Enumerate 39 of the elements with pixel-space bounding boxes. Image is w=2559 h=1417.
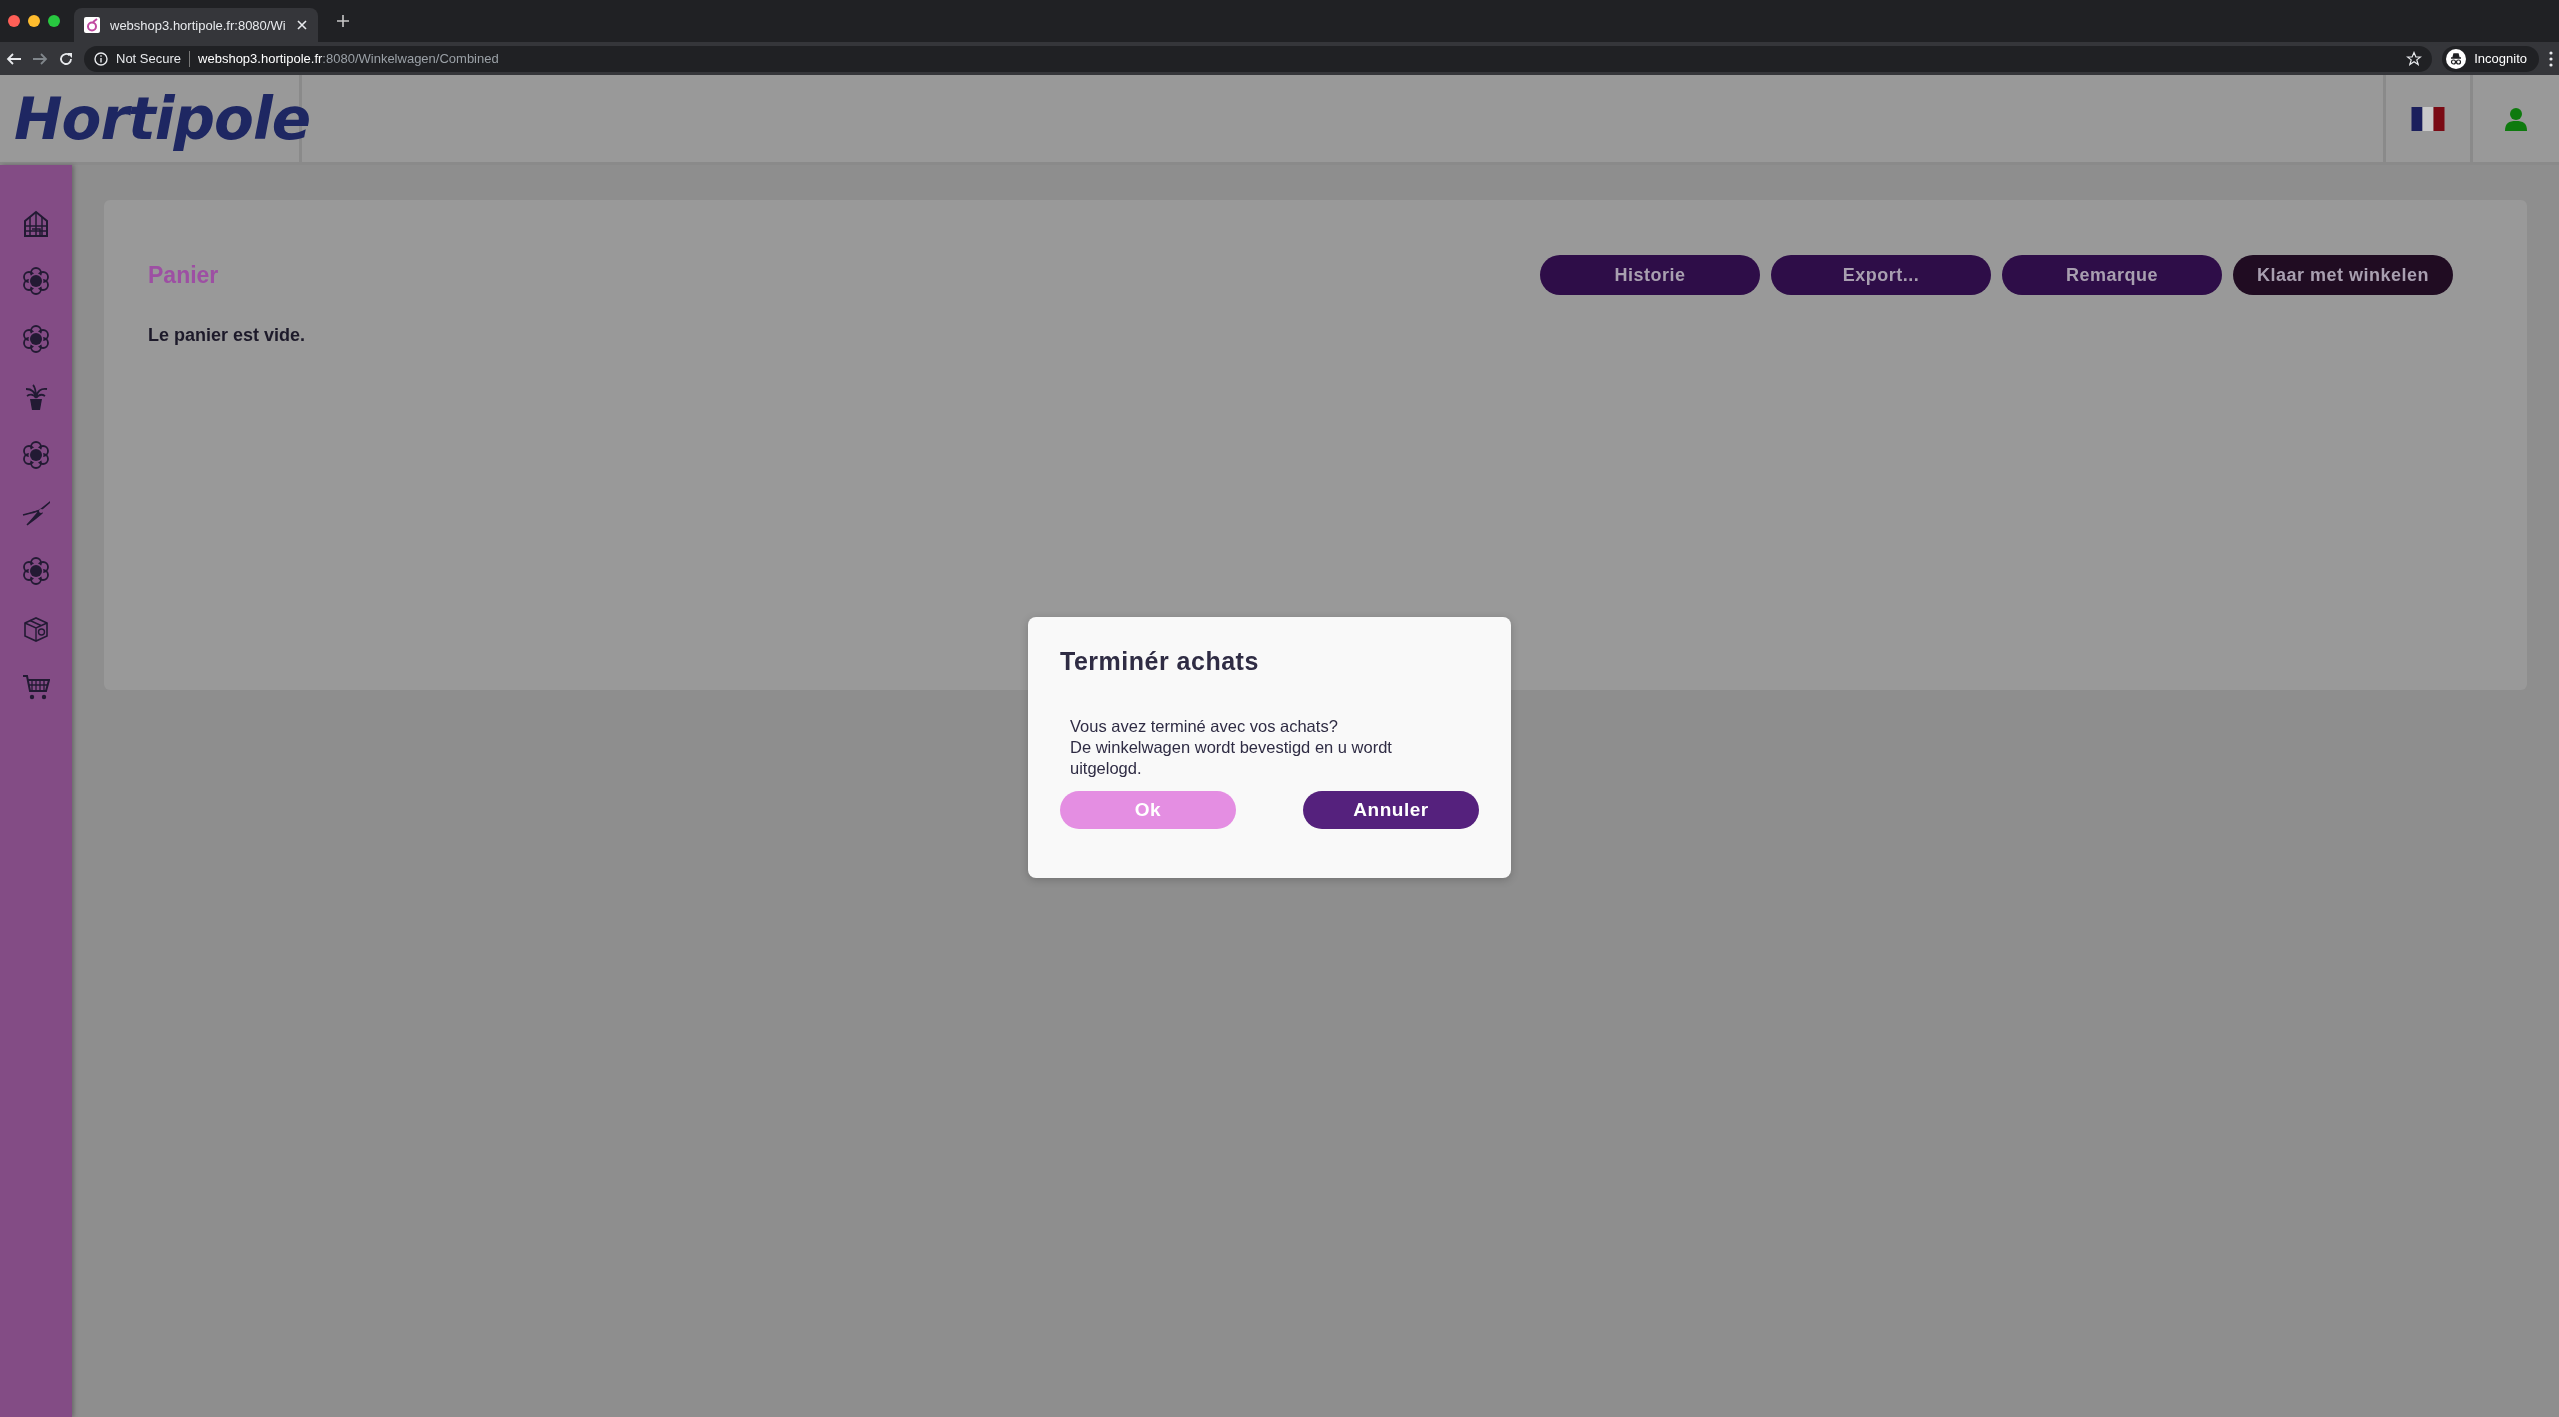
minimize-window-button[interactable] [28, 15, 40, 27]
dialog-title: Terminér achats [1060, 647, 1260, 676]
greenhouse-icon[interactable] [22, 209, 50, 237]
cancel-button[interactable]: Annuler [1303, 791, 1479, 829]
cart-icon[interactable] [22, 673, 50, 701]
info-icon [94, 51, 108, 66]
favicon-icon [84, 17, 100, 33]
incognito-button[interactable]: Incognito [2442, 45, 2539, 72]
empty-cart-message: Le panier est vide. [148, 325, 307, 346]
reload-icon[interactable] [58, 50, 74, 67]
user-icon[interactable] [2505, 106, 2527, 131]
flower-icon[interactable] [22, 557, 50, 585]
tab-title: webshop3.hortipole.fr:8080/Wi [110, 17, 286, 33]
panel-title: Panier [148, 261, 219, 289]
new-tab-icon[interactable] [335, 14, 350, 28]
url-text: webshop3.hortipole.fr:8080/Winkelwagen/Combined [198, 51, 499, 66]
menu-icon[interactable] [2549, 50, 2553, 67]
maximize-window-button[interactable] [48, 15, 60, 27]
toolbar-button[interactable]: Export... [1771, 255, 1991, 295]
flag-icon[interactable] [2411, 106, 2445, 131]
dialog-message: Vous avez terminé avec vos achats? De winkelwagen wordt bevestigd en u wordt uitgelogd. [1070, 716, 1393, 779]
forward-icon[interactable] [32, 50, 48, 67]
flower-icon[interactable] [22, 325, 50, 353]
close-window-button[interactable] [8, 15, 20, 27]
star-icon[interactable] [2406, 50, 2423, 67]
close-icon[interactable] [295, 19, 308, 31]
address-bar[interactable]: Not Secure webshop3.hortipole.fr:8080/Winkelwagen/Combined [84, 45, 2433, 72]
security-label: Not Secure [116, 51, 182, 66]
browser-tab[interactable]: webshop3.hortipole.fr:8080/Wi [74, 8, 318, 42]
flower-icon[interactable] [22, 441, 50, 469]
back-icon[interactable] [6, 50, 22, 67]
flower-icon[interactable] [22, 267, 50, 295]
incognito-icon [2446, 48, 2467, 69]
toolbar-button[interactable]: Remarque [2002, 255, 2222, 295]
box-icon[interactable] [22, 615, 50, 643]
toolbar-button[interactable]: Klaar met winkelen [2233, 255, 2453, 295]
logo-text[interactable]: Hortipole [14, 84, 311, 153]
pruning-shears-icon[interactable] [22, 499, 50, 527]
toolbar-button[interactable]: Historie [1540, 255, 1760, 295]
